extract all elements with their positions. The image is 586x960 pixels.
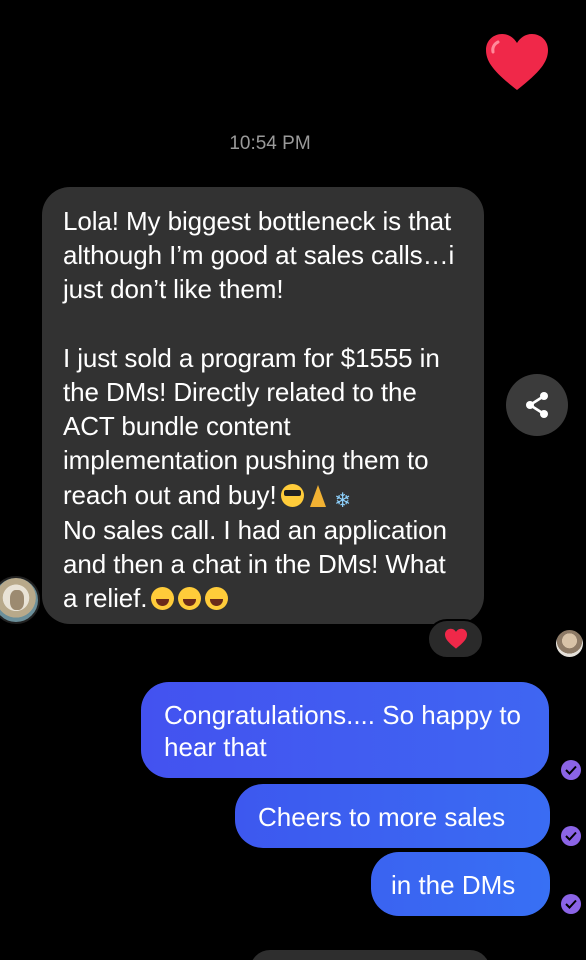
check-circle-icon [561,760,581,780]
outgoing-message-text: in the DMs [391,870,516,900]
share-button[interactable] [506,374,568,436]
outgoing-message-bubble[interactable]: Cheers to more sales [235,784,550,848]
outgoing-message-bubble[interactable]: Congratulations.... So happy to hear tha… [141,682,549,778]
partial-message-bubble[interactable] [250,950,490,960]
face-with-tears-of-joy-emoji [151,587,175,611]
heart-icon [486,34,548,90]
sender-avatar[interactable] [0,576,40,624]
face-with-tears-of-joy-emoji [178,587,202,611]
incoming-message-text: Lola! My biggest bottleneck is that alth… [63,206,455,510]
incoming-message-text-end: No sales call. I had an application and … [63,514,454,614]
check-circle-icon [561,826,581,846]
face-with-tears-of-joy-emoji [205,587,229,611]
smiling-face-with-sunglasses-emoji [280,483,304,507]
folded-hands-emoji [308,484,328,507]
incoming-message-bubble[interactable]: Lola! My biggest bottleneck is that alth… [42,187,484,624]
share-icon [526,392,548,418]
snowflake-emoji: ❄ [334,489,351,512]
message-timestamp: 10:54 PM [229,133,311,154]
reactor-avatar[interactable] [556,630,583,657]
outgoing-message-text: Congratulations.... So happy to hear tha… [164,700,529,762]
heart-icon [444,628,467,649]
check-circle-icon [561,894,581,914]
outgoing-message-text: Cheers to more sales [258,802,506,832]
message-reaction[interactable] [427,619,484,659]
outgoing-message-bubble[interactable]: in the DMs [371,852,550,916]
